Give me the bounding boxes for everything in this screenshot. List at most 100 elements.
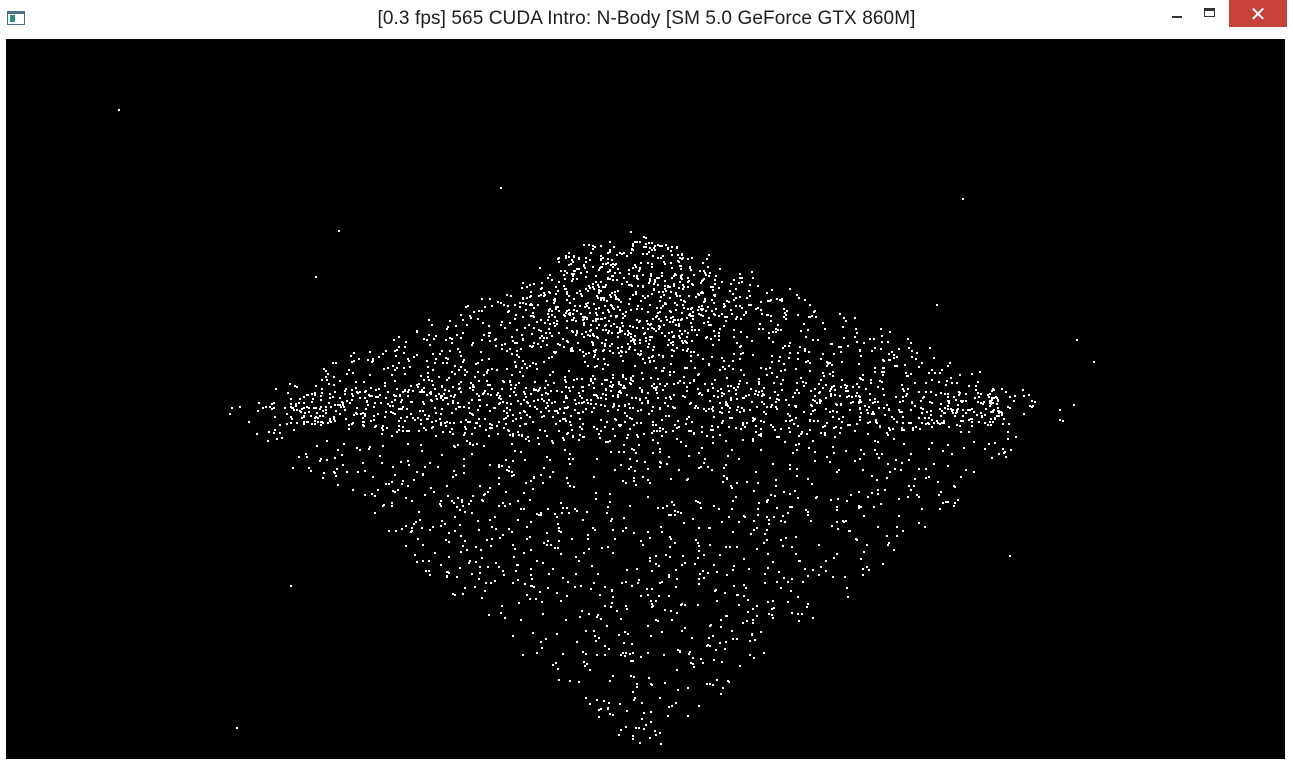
particle	[774, 429, 776, 431]
particle	[398, 420, 400, 422]
particle	[687, 277, 689, 279]
particle	[739, 411, 741, 413]
particle	[898, 515, 900, 517]
particle	[650, 275, 652, 277]
particle	[850, 402, 852, 404]
particle	[958, 394, 960, 396]
particle	[595, 318, 597, 320]
particle	[609, 345, 611, 347]
particle	[576, 330, 578, 332]
particle	[657, 378, 659, 380]
particle	[606, 625, 608, 627]
particle	[487, 393, 489, 395]
particle	[569, 302, 571, 304]
particle	[767, 300, 769, 302]
particle	[939, 372, 941, 374]
particle	[525, 303, 527, 305]
particle	[723, 325, 725, 327]
particle	[609, 440, 611, 442]
particle	[274, 429, 276, 431]
particle	[624, 387, 626, 389]
particle	[755, 471, 757, 473]
particle	[432, 369, 434, 371]
particle	[286, 423, 288, 425]
particle	[656, 392, 658, 394]
particle	[576, 510, 578, 512]
particle	[578, 402, 580, 404]
particle	[659, 697, 661, 699]
particle	[755, 308, 757, 310]
particle	[658, 291, 660, 293]
particle	[730, 399, 732, 401]
close-button[interactable]: ✕	[1229, 0, 1287, 27]
particle	[715, 649, 717, 651]
particle	[599, 267, 601, 269]
particle	[880, 328, 882, 330]
particle	[718, 335, 720, 337]
particle	[512, 635, 514, 637]
minimize-button[interactable]	[1162, 2, 1192, 26]
particle	[515, 366, 517, 368]
particle	[557, 412, 559, 414]
particle	[684, 330, 686, 332]
particle	[566, 291, 568, 293]
particle	[392, 365, 394, 367]
particle	[447, 403, 449, 405]
particle	[407, 485, 409, 487]
particle	[627, 334, 629, 336]
particle	[460, 366, 462, 368]
particle	[487, 491, 489, 493]
particle	[676, 246, 678, 248]
particle	[650, 377, 652, 379]
particle	[550, 544, 552, 546]
particle	[523, 508, 525, 510]
particle	[505, 459, 507, 461]
particle	[715, 308, 717, 310]
render-viewport[interactable]	[6, 39, 1285, 759]
particle	[655, 330, 657, 332]
particle	[839, 313, 841, 315]
particle	[578, 258, 580, 260]
particle	[617, 347, 619, 349]
particle	[817, 420, 819, 422]
particle	[832, 576, 834, 578]
particle	[647, 262, 649, 264]
particle	[585, 630, 587, 632]
particle	[470, 382, 472, 384]
particle	[602, 286, 604, 288]
particle	[408, 389, 410, 391]
particle	[886, 535, 888, 537]
maximize-button[interactable]	[1195, 2, 1225, 26]
particle	[763, 421, 765, 423]
particle	[636, 568, 638, 570]
particle	[540, 319, 542, 321]
particle	[662, 428, 664, 430]
particle	[542, 482, 544, 484]
particle	[322, 410, 324, 412]
particle	[760, 428, 762, 430]
particle	[391, 481, 393, 483]
particle	[583, 264, 585, 266]
particle	[608, 648, 610, 650]
title-bar[interactable]: [0.3 fps] 565 CUDA Intro: N-Body [SM 5.0…	[0, 0, 1293, 38]
particle	[787, 581, 789, 583]
particle	[925, 477, 927, 479]
particle	[414, 419, 416, 421]
particle	[663, 324, 665, 326]
particle	[881, 453, 883, 455]
particle	[584, 316, 586, 318]
particle	[676, 427, 678, 429]
particle	[947, 405, 949, 407]
particle	[925, 382, 927, 384]
particle	[717, 390, 719, 392]
particle	[973, 471, 975, 473]
particle	[760, 420, 762, 422]
particle	[605, 324, 607, 326]
particle	[665, 554, 667, 556]
particle	[710, 286, 712, 288]
particle	[637, 582, 639, 584]
particle	[548, 316, 550, 318]
particle	[652, 318, 654, 320]
particle	[820, 379, 822, 381]
particle	[420, 444, 422, 446]
